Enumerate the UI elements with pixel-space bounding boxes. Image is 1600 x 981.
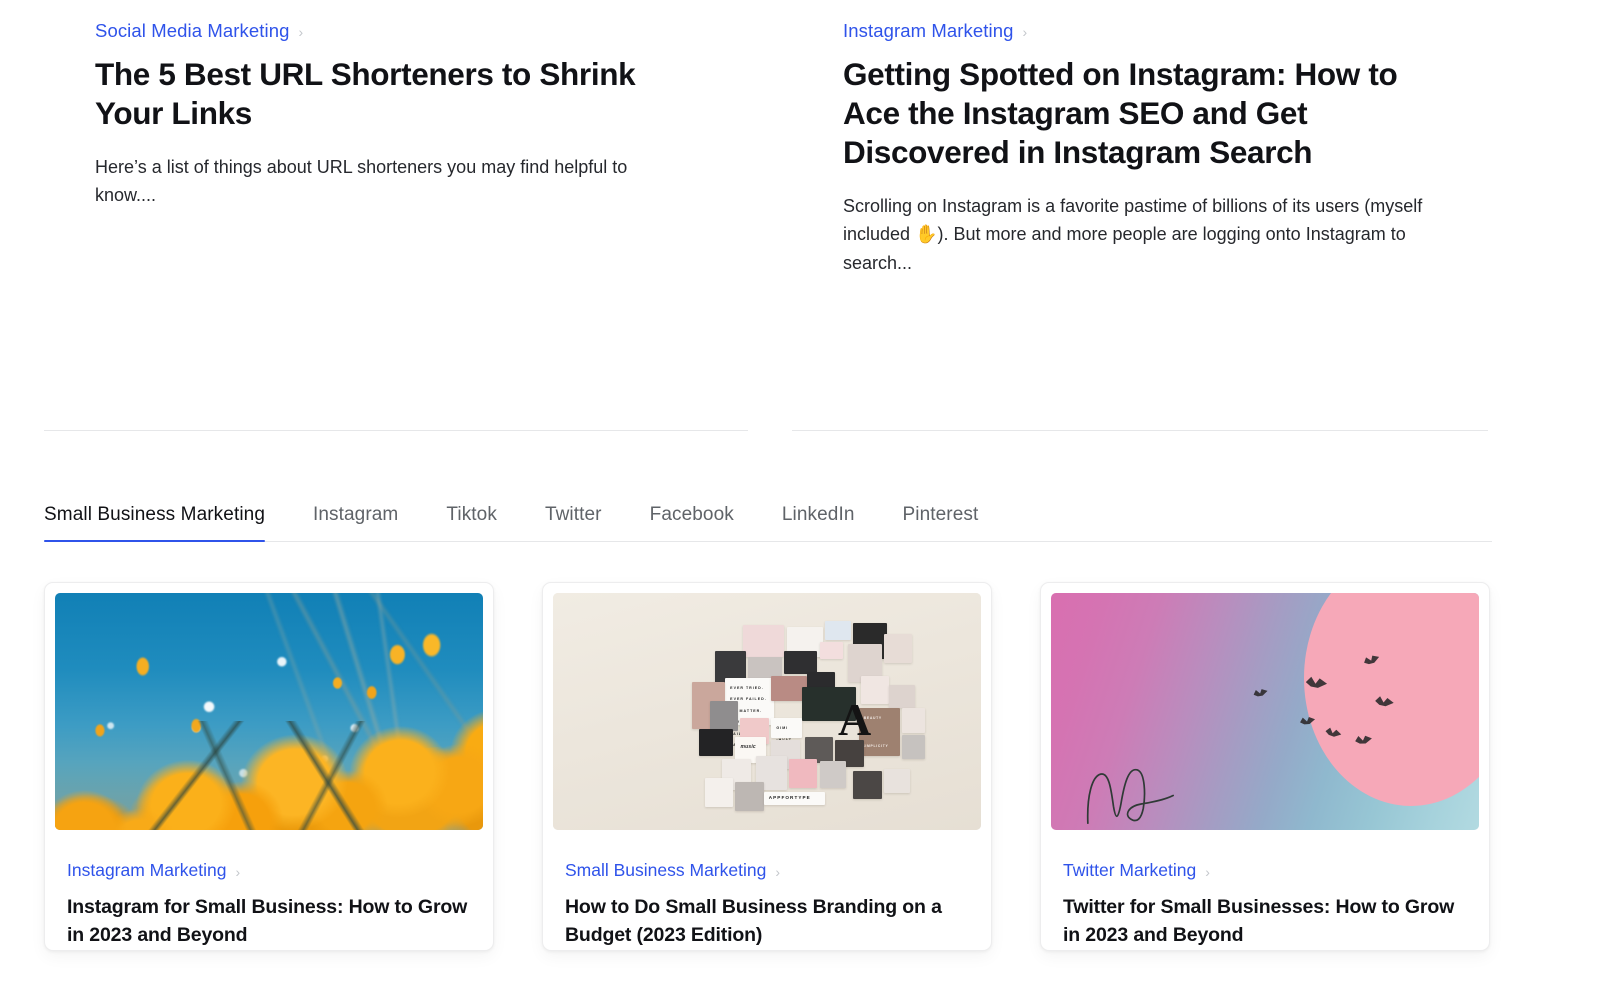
divider-left xyxy=(44,430,748,431)
article-card-title[interactable]: Instagram for Small Business: How to Gro… xyxy=(67,893,471,950)
tab-label: Tiktok xyxy=(446,504,497,525)
chevron-right-icon: › xyxy=(298,24,304,41)
breadcrumb-category-link[interactable]: Instagram Marketing xyxy=(67,861,227,880)
featured-article-2[interactable]: Instagram Marketing › Getting Spotted on… xyxy=(0,0,1600,277)
article-card-body: Twitter Marketing › Twitter for Small Bu… xyxy=(1051,830,1479,950)
breadcrumb: Twitter Marketing › xyxy=(1063,861,1467,880)
tab-label: Pinterest xyxy=(902,504,979,525)
breadcrumb: Instagram Marketing › xyxy=(843,21,1450,41)
article-thumbnail xyxy=(55,593,483,830)
article-thumbnail xyxy=(1051,593,1479,830)
article-card-title[interactable]: How to Do Small Business Branding on a B… xyxy=(565,893,969,950)
breadcrumb-category-link[interactable]: Instagram Marketing xyxy=(843,21,1014,41)
breadcrumb-category-link[interactable]: Small Business Marketing xyxy=(565,861,766,880)
tab-twitter[interactable]: Twitter xyxy=(521,505,626,541)
chevron-right-icon: › xyxy=(1022,24,1028,41)
tab-facebook[interactable]: Facebook xyxy=(626,505,758,541)
article-card-grid: Instagram Marketing › Instagram for Smal… xyxy=(44,582,1492,951)
handwritten-signature xyxy=(1086,768,1174,824)
article-card[interactable]: EVER TRIED.EVER FAILED.NO MATTER.TRY AGA… xyxy=(542,582,992,951)
tab-linkedin[interactable]: LinkedIn xyxy=(758,505,879,541)
divider-right xyxy=(792,430,1488,431)
article-card[interactable]: Twitter Marketing › Twitter for Small Bu… xyxy=(1040,582,1490,951)
tab-pinterest[interactable]: Pinterest xyxy=(879,505,1003,541)
tab-label: Facebook xyxy=(649,504,734,525)
tab-label: Instagram xyxy=(312,504,399,525)
article-thumbnail: EVER TRIED.EVER FAILED.NO MATTER.TRY AGA… xyxy=(553,593,981,830)
chevron-right-icon: › xyxy=(235,863,241,880)
section-dividers xyxy=(0,430,1600,432)
featured-article-excerpt: Scrolling on Instagram is a favorite pas… xyxy=(843,195,1423,273)
category-tabs: Small Business Marketing Instagram Tikto… xyxy=(44,494,1492,542)
moodboard-photo-cluster: EVER TRIED.EVER FAILED.NO MATTER.TRY AGA… xyxy=(643,619,926,811)
article-card-body: Instagram Marketing › Instagram for Smal… xyxy=(55,830,483,950)
blog-listing-page: Social Media Marketing › The 5 Best URL … xyxy=(0,0,1600,981)
tab-tiktok[interactable]: Tiktok xyxy=(422,505,521,541)
featured-articles-row: Social Media Marketing › The 5 Best URL … xyxy=(0,0,1600,277)
chevron-right-icon: › xyxy=(775,863,780,880)
tab-label: LinkedIn xyxy=(781,504,855,525)
breadcrumb-category-link[interactable]: Twitter Marketing xyxy=(1063,861,1196,880)
chevron-right-icon: › xyxy=(1205,863,1210,880)
breadcrumb: Instagram Marketing › xyxy=(67,861,471,880)
tab-instagram[interactable]: Instagram xyxy=(289,505,422,541)
birds-gradient-image xyxy=(1051,593,1479,830)
moodboard-collage-image: EVER TRIED.EVER FAILED.NO MATTER.TRY AGA… xyxy=(553,593,981,830)
pink-circle-shape xyxy=(1303,593,1479,807)
tab-label: Twitter xyxy=(544,504,602,525)
tab-label: Small Business Marketing xyxy=(44,504,265,525)
poppy-field-image xyxy=(55,593,483,830)
article-card-title[interactable]: Twitter for Small Businesses: How to Gro… xyxy=(1063,893,1467,950)
article-card[interactable]: Instagram Marketing › Instagram for Smal… xyxy=(44,582,494,951)
article-card-body: Small Business Marketing › How to Do Sma… xyxy=(553,830,981,950)
tab-small-business-marketing[interactable]: Small Business Marketing xyxy=(44,504,289,542)
featured-article-title[interactable]: Getting Spotted on Instagram: How to Ace… xyxy=(843,55,1428,172)
breadcrumb: Small Business Marketing › xyxy=(565,861,969,880)
